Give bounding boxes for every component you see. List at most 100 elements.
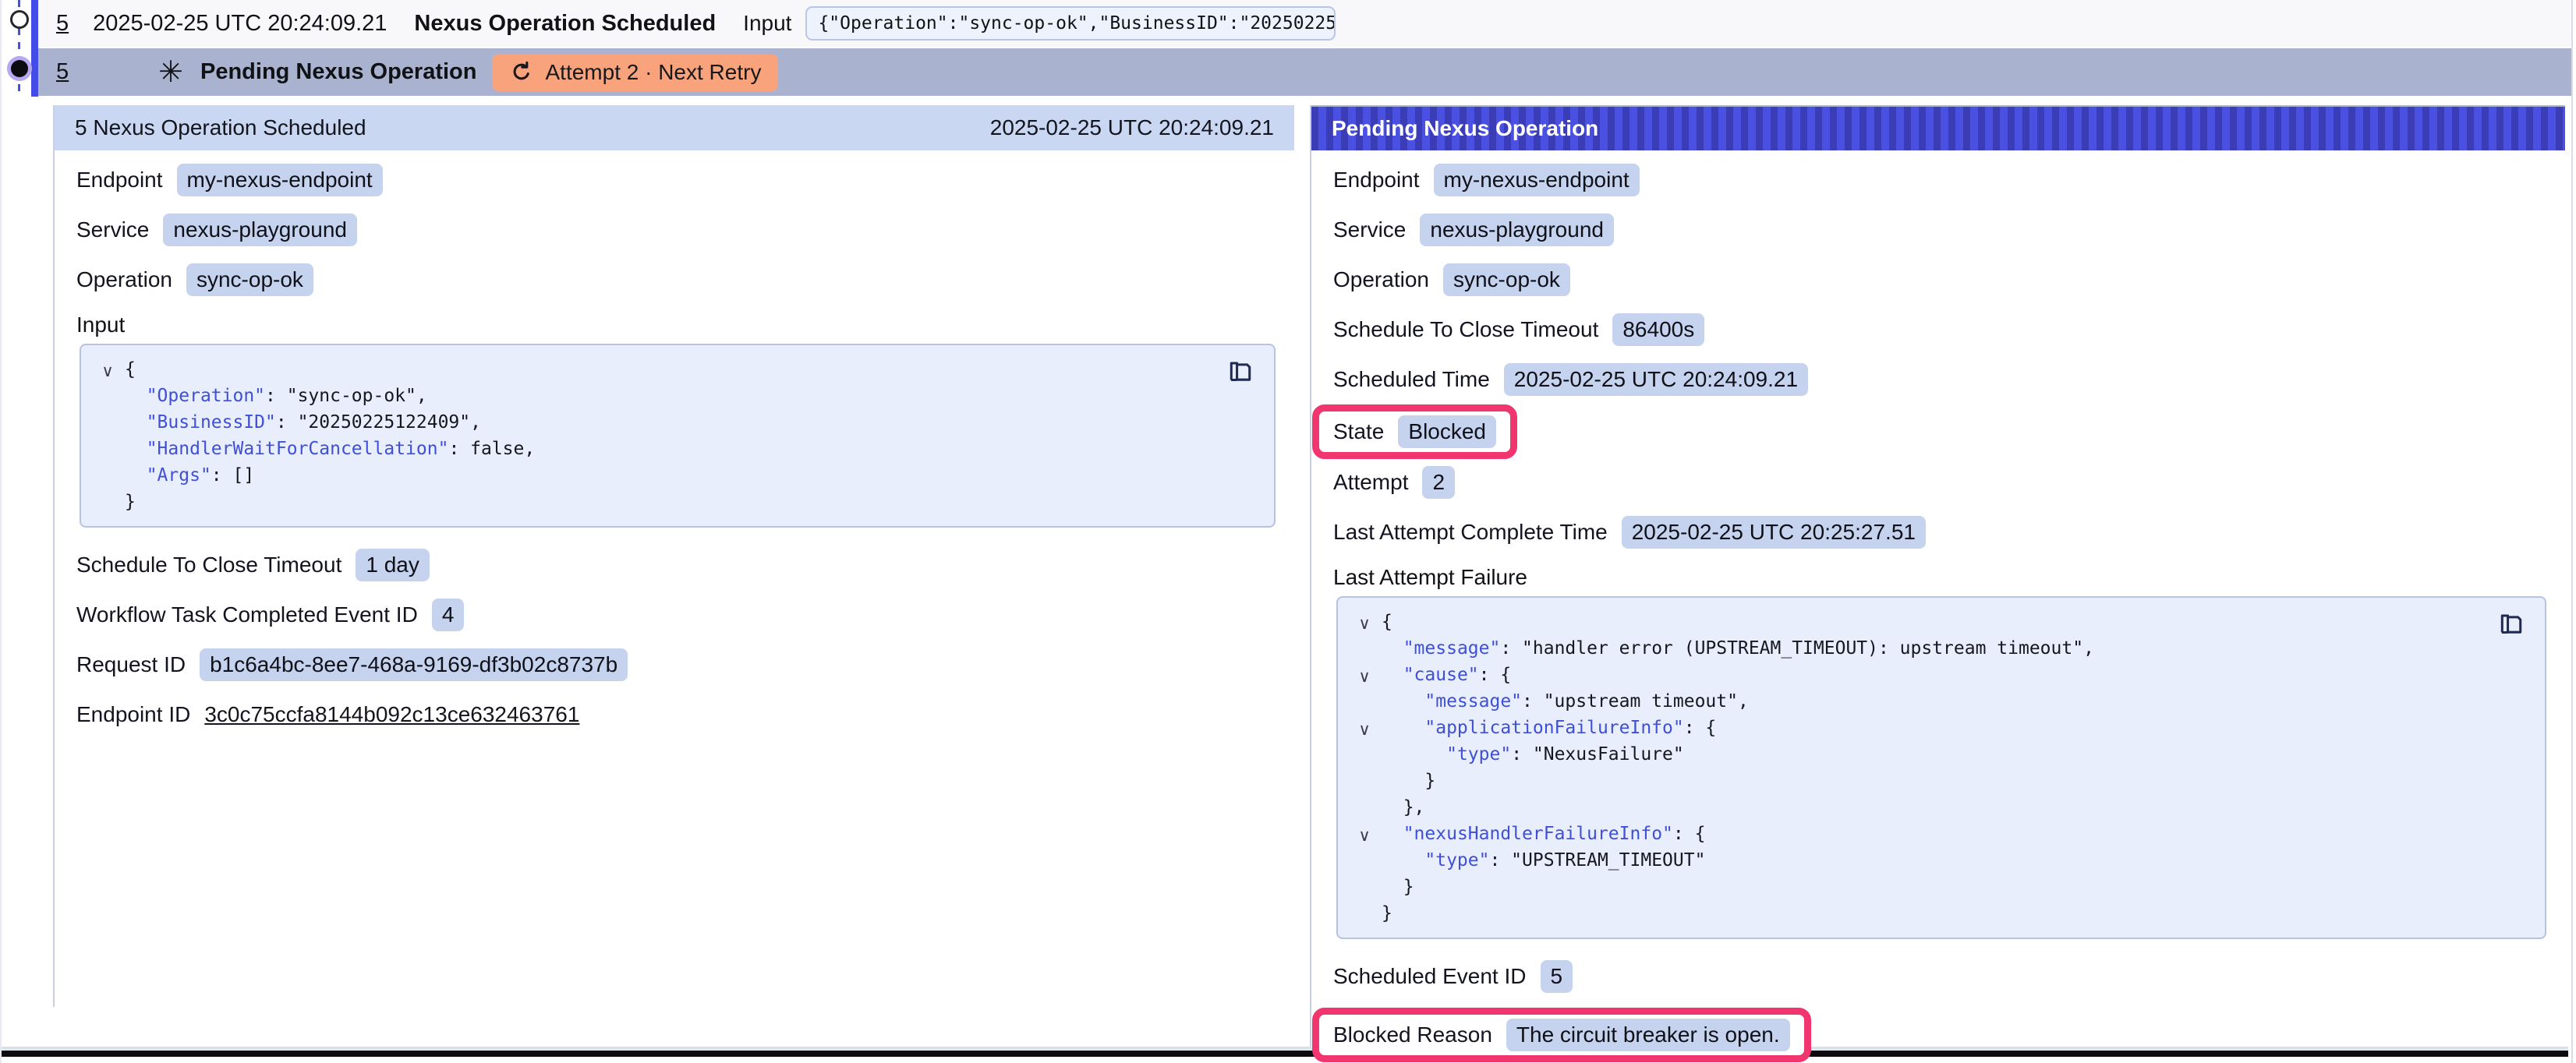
field-value-badge: 5 [1541, 960, 1573, 993]
detail-row: State Blocked [1333, 404, 2546, 459]
json-line: } [1347, 900, 2490, 927]
event-input-preview[interactable]: {"Operation":"sync-op-ok","BusinessID":"… [805, 6, 1336, 41]
json-gutter [1347, 902, 1382, 929]
field-value-badge: b1c6a4bc-8ee7-468a-9169-df3b02c8737b [200, 648, 628, 681]
field-label: Endpoint ID [76, 702, 190, 727]
event-detail-timestamp: 2025-02-25 UTC 20:24:09.21 [990, 115, 1274, 140]
field-label: State [1333, 419, 1384, 444]
field-label: Endpoint [1333, 168, 1420, 192]
field-label: Attempt [1333, 470, 1408, 495]
field-value-badge: The circuit breaker is open. [1506, 1019, 1790, 1051]
field-value-badge: 2 [1422, 466, 1455, 499]
detail-row: Schedule To Close Timeout86400s [1333, 311, 2546, 348]
event-detail-title: 5 Nexus Operation Scheduled [75, 115, 366, 140]
json-line: "type": "NexusFailure" [1347, 741, 2490, 768]
json-text: "message": "upstream timeout", [1382, 688, 1749, 715]
input-json-block: ∨{ "Operation": "sync-op-ok", "BusinessI… [80, 344, 1276, 528]
json-gutter [90, 411, 125, 438]
json-line: }, [1347, 794, 2490, 821]
field-value-badge: sync-op-ok [1443, 263, 1570, 296]
json-line: "HandlerWaitForCancellation": false, [90, 436, 1219, 462]
copy-icon[interactable] [1226, 358, 1255, 387]
detail-row: Attempt 2 [1333, 464, 2546, 500]
field-label: Request ID [76, 652, 186, 677]
json-line: "BusinessID": "20250225122409", [90, 409, 1219, 436]
field-label: Operation [1333, 267, 1429, 292]
event-row-scheduled[interactable]: 5 2025-02-25 UTC 20:24:09.21 Nexus Opera… [38, 0, 2571, 47]
workflow-history-view: 5 2025-02-25 UTC 20:24:09.21 Nexus Opera… [0, 0, 2576, 1063]
json-text: "HandlerWaitForCancellation": false, [125, 436, 535, 462]
json-line: } [1347, 874, 2490, 900]
collapse-caret-icon[interactable]: ∨ [1347, 664, 1382, 690]
annotation-highlight-box: State Blocked [1312, 404, 1517, 459]
json-line: ∨ "cause": { [1347, 662, 2490, 688]
attempt-badge-label: Attempt 2 · Next Retry [545, 60, 761, 85]
json-line: "message": "handler error (UPSTREAM_TIME… [1347, 635, 2490, 662]
pending-id-link[interactable]: 5 [56, 59, 69, 85]
event-id-link[interactable]: 5 [56, 11, 69, 37]
field-value-badge: 1 day [356, 549, 430, 581]
json-text: "type": "UPSTREAM_TIMEOUT" [1382, 847, 1705, 874]
timeline-node-open-icon[interactable] [10, 10, 29, 29]
field-label: Blocked Reason [1333, 1022, 1492, 1047]
event-detail-panel: 5 Nexus Operation Scheduled 2025-02-25 U… [53, 105, 1294, 1007]
collapse-caret-icon[interactable]: ∨ [90, 358, 125, 385]
field-label: Scheduled Event ID [1333, 964, 1527, 989]
event-name: Nexus Operation Scheduled [414, 11, 716, 37]
collapse-caret-icon[interactable]: ∨ [1347, 823, 1382, 849]
event-timestamp: 2025-02-25 UTC 20:24:09.21 [93, 11, 387, 37]
pending-operation-panel: Pending Nexus Operation Endpoint my-nexus… [1310, 105, 2565, 1050]
detail-row: Request ID b1c6a4bc-8ee7-468a-9169-df3b02… [76, 646, 1276, 683]
detail-row: Schedule To Close Timeout1 day [76, 546, 1276, 583]
detail-row: Endpointmy-nexus-endpoint [76, 161, 1276, 198]
pending-panel-header: Pending Nexus Operation [1311, 105, 2565, 150]
json-text: "type": "NexusFailure" [1382, 741, 1684, 768]
detail-row: Workflow Task Completed Event ID4 [76, 596, 1276, 633]
pending-operation-row[interactable]: 5 ✳︎ Pending Nexus Operation Attempt 2 ·… [38, 48, 2571, 96]
field-value-link[interactable]: 3c0c75ccfa8144b092c13ce632463761 [204, 702, 579, 727]
json-line: ∨{ [1347, 609, 2490, 635]
field-label: Service [76, 217, 149, 242]
json-line: ∨{ [90, 356, 1219, 383]
detail-row: Scheduled Event ID 5 [1333, 958, 2546, 994]
field-value-badge: nexus-playground [1420, 214, 1614, 246]
json-gutter [1347, 770, 1382, 796]
field-label: Last Attempt Complete Time [1333, 520, 1608, 545]
field-value-badge: 2025-02-25 UTC 20:25:27.51 [1622, 516, 1926, 549]
field-value-badge: nexus-playground [163, 214, 357, 246]
collapse-caret-icon[interactable]: ∨ [1347, 717, 1382, 743]
detail-row: Operation sync-op-ok [76, 261, 1276, 298]
json-gutter [1347, 796, 1382, 823]
json-gutter [1347, 743, 1382, 770]
field-label: Endpoint [76, 168, 163, 192]
detail-row: Scheduled Time2025-02-25 UTC 20:24:09.21 [1333, 361, 2546, 397]
json-text: } [1382, 900, 1392, 927]
field-value-badge: 86400s [1612, 313, 1704, 346]
json-text: }, [1382, 794, 1424, 821]
field-value-badge: my-nexus-endpoint [1434, 164, 1640, 196]
json-text: "nexusHandlerFailureInfo": { [1382, 821, 1705, 847]
json-text: } [1382, 874, 1414, 900]
json-text: "BusinessID": "20250225122409", [125, 409, 481, 436]
detail-row: Endpoint my-nexus-endpoint [1333, 161, 2546, 198]
json-line: "type": "UPSTREAM_TIMEOUT" [1347, 847, 2490, 874]
json-gutter [90, 385, 125, 411]
json-gutter [1347, 876, 1382, 902]
field-label: Operation [76, 267, 172, 292]
detail-row: Endpoint ID 3c0c75ccfa8144b092c13ce632463… [76, 696, 1276, 733]
event-input-label: Input [743, 11, 791, 36]
json-gutter [1347, 849, 1382, 876]
json-line: } [90, 489, 1219, 515]
json-text: "Args": [] [125, 462, 254, 489]
collapse-caret-icon[interactable]: ∨ [1347, 611, 1382, 637]
window-right-edge [2571, 0, 2573, 1063]
json-line: ∨ "applicationFailureInfo": { [1347, 715, 2490, 741]
annotation-highlight-box: Blocked Reason The circuit breaker is ope… [1312, 1008, 1811, 1062]
timeline-node-current-icon[interactable] [11, 60, 28, 77]
field-value-badge: Blocked [1398, 415, 1496, 448]
failure-section-label: Last Attempt Failure [1333, 563, 2546, 592]
copy-icon[interactable] [2496, 610, 2526, 640]
pending-asterisk-icon: ✳︎ [158, 58, 183, 87]
field-value-badge: sync-op-ok [186, 263, 313, 296]
field-label: Service [1333, 217, 1406, 242]
